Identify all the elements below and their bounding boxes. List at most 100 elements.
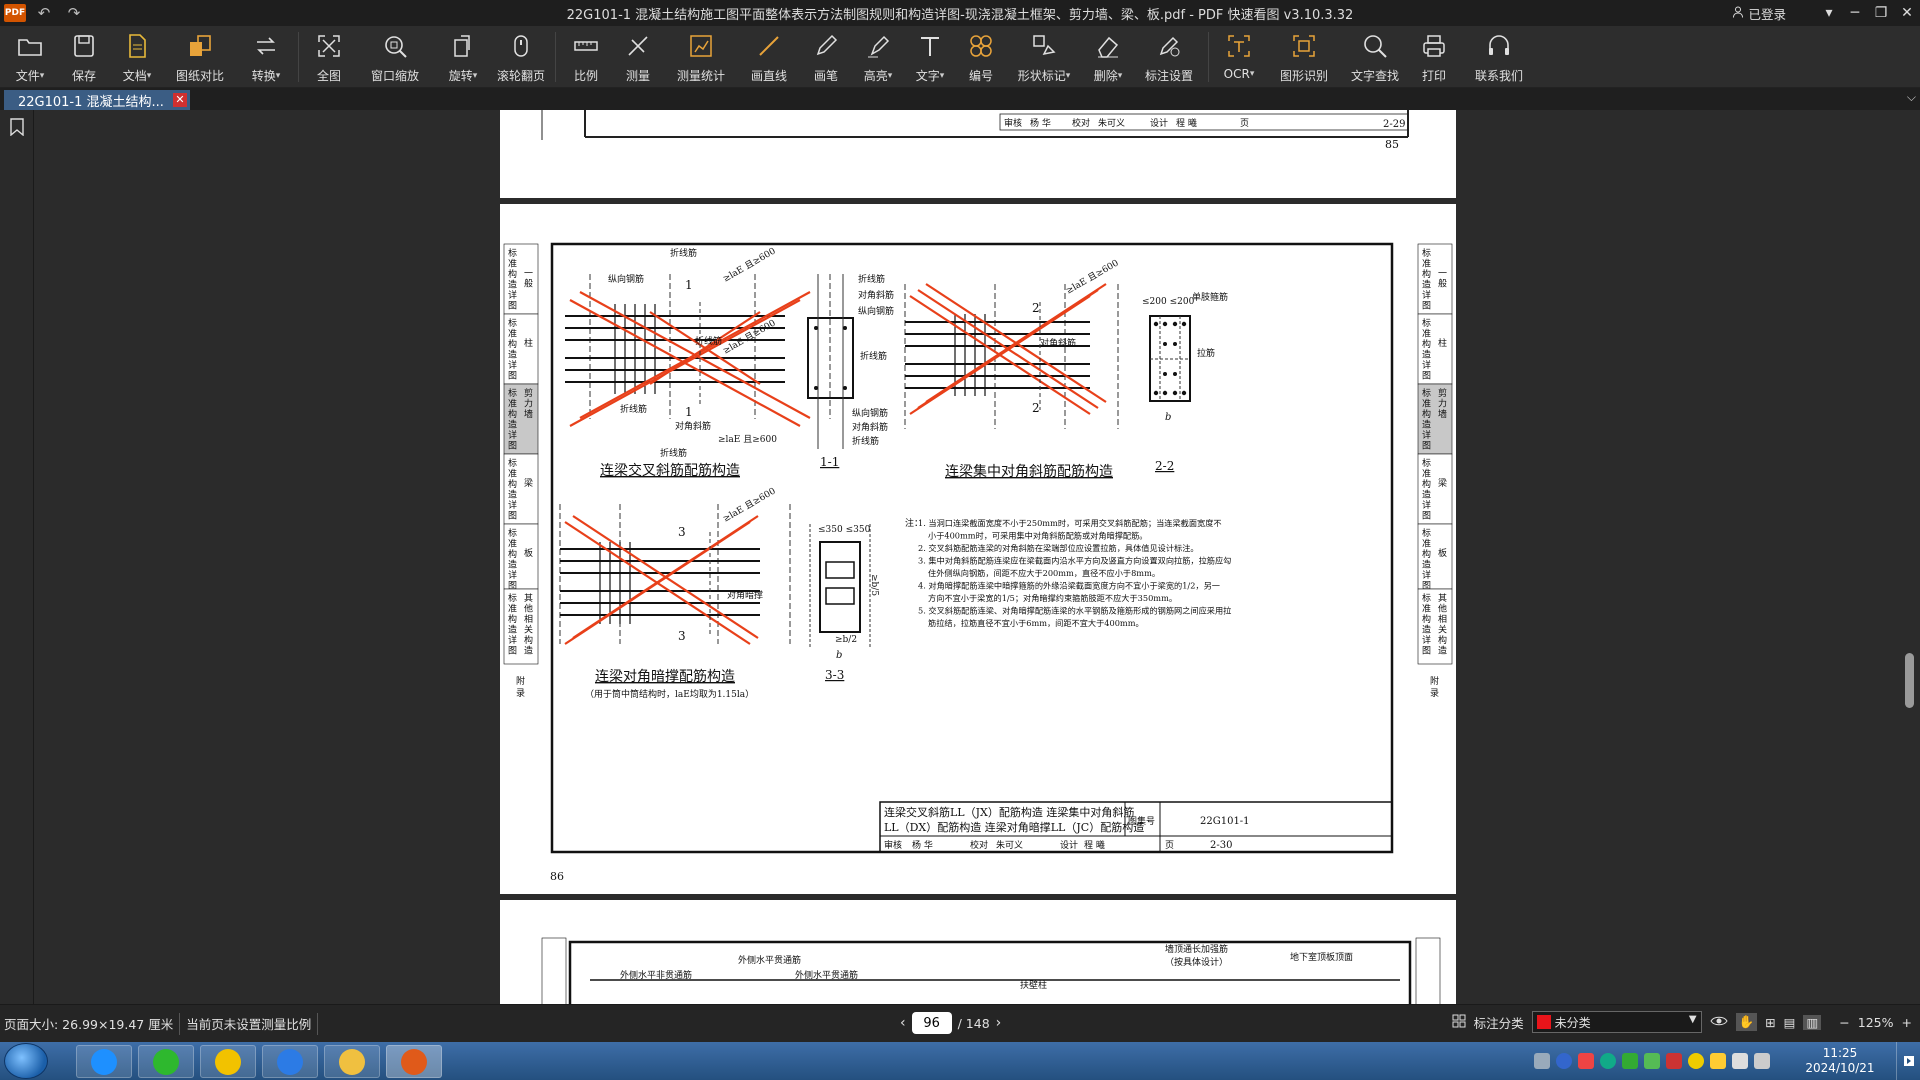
folder-tray-icon[interactable] bbox=[1710, 1053, 1726, 1069]
toolbar-button-rotate[interactable]: 旋转 ▾ bbox=[435, 26, 491, 88]
side-tab-prefix-char: 详 bbox=[508, 289, 517, 301]
volume-mute-icon[interactable] bbox=[1666, 1053, 1682, 1069]
left-sidebar bbox=[0, 110, 34, 1004]
top-tb-label: 杨 华 bbox=[1030, 117, 1051, 129]
toolbar-button-mouse-wheel[interactable]: 滚轮翻页 bbox=[491, 26, 551, 88]
chevron-down-icon: ▼ bbox=[1688, 1014, 1697, 1025]
minimize-button[interactable]: ─ bbox=[1842, 0, 1868, 26]
s3-label-b5: ≥b/5 bbox=[869, 574, 879, 596]
numbering-icon bbox=[967, 32, 995, 63]
speaker-icon[interactable] bbox=[1754, 1053, 1770, 1069]
page-navigator: ‹ / 148 › bbox=[900, 1012, 1001, 1034]
side-tab-prefix-char: 标 bbox=[1422, 592, 1431, 604]
label-zongxiang-1: 纵向钢筋 bbox=[608, 273, 644, 285]
tb-review: 审核 bbox=[884, 839, 902, 851]
toolbar-button-highlight[interactable]: 高亮 ▾ bbox=[852, 26, 904, 88]
dropdown-arrow-icon: ▾ bbox=[1065, 70, 1071, 81]
toolbar-button-pen[interactable]: 画笔 bbox=[800, 26, 852, 88]
toolbar-button-numbering[interactable]: 编号 bbox=[956, 26, 1006, 88]
toolbar-button-document[interactable]: 文档 ▾ bbox=[112, 26, 162, 88]
network-tray-icon[interactable] bbox=[1622, 1053, 1638, 1069]
sogou-ime-icon[interactable] bbox=[1578, 1053, 1594, 1069]
toolbar-button-line[interactable]: 画直线 bbox=[738, 26, 800, 88]
toolbar-label: 文件 bbox=[15, 69, 40, 83]
taskbar-app-explorer[interactable] bbox=[324, 1045, 380, 1078]
toolbar-button-save[interactable]: 保存 bbox=[56, 26, 112, 88]
toolbar-button-search[interactable]: 文字查找 bbox=[1343, 26, 1407, 88]
toolbar-button-compare[interactable]: 图纸对比 bbox=[162, 26, 238, 88]
toolbar-button-scale[interactable]: 比例 bbox=[560, 26, 612, 88]
eye-icon[interactable] bbox=[1710, 1014, 1728, 1031]
browser-tray-icon[interactable] bbox=[1600, 1053, 1616, 1069]
menu-dropdown-icon[interactable]: ▾ bbox=[1816, 0, 1842, 26]
taskbar-app-pdf-viewer[interactable] bbox=[386, 1045, 442, 1078]
chevron-down-icon[interactable]: ⌵ bbox=[1907, 90, 1916, 105]
help-tray-icon[interactable] bbox=[1556, 1053, 1572, 1069]
shield-icon[interactable] bbox=[1644, 1053, 1660, 1069]
toolbar-button-eraser[interactable]: 删除 ▾ bbox=[1082, 26, 1134, 88]
undo-icon[interactable]: ↶ bbox=[32, 2, 56, 24]
page-number-input[interactable] bbox=[911, 1012, 952, 1034]
taskbar-app-ie[interactable] bbox=[138, 1045, 194, 1078]
toolbar-button-measure[interactable]: 测量 bbox=[612, 26, 664, 88]
prev-page-icon[interactable]: ‹ bbox=[900, 1015, 906, 1031]
login-status[interactable]: 已登录 bbox=[1732, 4, 1786, 23]
side-tab-label-char: 墙 bbox=[1438, 408, 1447, 420]
bookmark-icon[interactable] bbox=[10, 118, 24, 139]
toolbar-button-folder[interactable]: 文件 ▾ bbox=[4, 26, 56, 88]
close-button[interactable]: ✕ bbox=[1894, 0, 1920, 26]
toolbar-button-measure-stats[interactable]: 测量统计 bbox=[664, 26, 738, 88]
toolbar-label: 文字查找 bbox=[1350, 69, 1399, 83]
toolbar-button-text[interactable]: 文字 ▾ bbox=[904, 26, 956, 88]
side-tab-prefix-char: 构 bbox=[1422, 268, 1431, 280]
notification-flag-icon[interactable] bbox=[1896, 1042, 1920, 1080]
toolbar-button-shape-mark[interactable]: 形状标记 ▾ bbox=[1006, 26, 1082, 88]
document-viewport[interactable]: 审核杨 华校对 朱可义 设计程 曦页 2-29 85 标准构造详图一般标准构造详图柱… bbox=[35, 110, 1920, 1004]
next-page-icon[interactable]: › bbox=[996, 1015, 1002, 1031]
toolbar-button-headset[interactable]: 联系我们 bbox=[1461, 26, 1537, 88]
continuous-view-icon[interactable]: ▥ bbox=[1803, 1014, 1822, 1030]
side-tab-prefix-char: 图 bbox=[508, 511, 517, 522]
note-line-3: 3. 集中对角斜筋配筋连梁应在梁截面内沿水平方向及竖直方向设置双向拉筋，拉筋应勾 bbox=[918, 556, 1231, 566]
document-tab[interactable]: 22G101-1 混凝土结构... ✕ bbox=[4, 90, 190, 110]
keyboard-icon[interactable] bbox=[1534, 1053, 1550, 1069]
add-page-icon[interactable]: ⊞ bbox=[1765, 1015, 1775, 1030]
zoom-out-icon[interactable]: − bbox=[1839, 1015, 1849, 1030]
category-select[interactable]: 未分类 ▼ bbox=[1531, 1011, 1702, 1033]
single-page-view-icon[interactable]: ▤ bbox=[1784, 1015, 1796, 1030]
zoom-level[interactable]: 125% bbox=[1858, 1015, 1894, 1030]
side-tab-prefix-char: 图 bbox=[1422, 646, 1431, 657]
vertical-scrollbar-thumb[interactable] bbox=[1905, 653, 1914, 708]
toolbar-button-print[interactable]: 打印 bbox=[1407, 26, 1461, 88]
d2-label-duijiao: 对角斜筋 bbox=[1040, 337, 1076, 349]
toolbar-button-ocr[interactable]: OCR ▾ bbox=[1213, 26, 1265, 88]
toolbar-button-zoom-window[interactable]: 窗口缩放 bbox=[355, 26, 435, 88]
d2-label-anchor: ≥laE 且≥600 bbox=[1064, 257, 1121, 296]
side-tab-prefix-char: 构 bbox=[1422, 478, 1431, 490]
tab-close-icon[interactable]: ✕ bbox=[173, 93, 187, 107]
next-label-3: 外侧水平贯通筋 bbox=[795, 969, 858, 981]
toolbar-button-annotation-settings[interactable]: 标注设置 bbox=[1134, 26, 1204, 88]
hand-tool-icon[interactable]: ✋ bbox=[1735, 1013, 1758, 1031]
side-tab-prefix-char: 标 bbox=[508, 457, 517, 469]
taskbar-app-feishu[interactable] bbox=[262, 1045, 318, 1078]
taskbar-app-sogou-browser[interactable] bbox=[76, 1045, 132, 1078]
redo-icon[interactable]: ↷ bbox=[62, 2, 86, 24]
zoom-in-icon[interactable]: + bbox=[1902, 1015, 1912, 1030]
taskbar-app-help[interactable] bbox=[200, 1045, 256, 1078]
side-tab-prefix-char: 详 bbox=[1422, 499, 1431, 511]
side-tab-prefix-char: 造 bbox=[508, 624, 517, 636]
toolbar-button-convert[interactable]: 转换 ▾ bbox=[238, 26, 294, 88]
maximize-button[interactable]: ❐ bbox=[1868, 0, 1894, 26]
toolbar-button-shape-recognition[interactable]: 图形识别 bbox=[1265, 26, 1343, 88]
toolbar-button-fit-page[interactable]: 全图 bbox=[303, 26, 355, 88]
system-clock[interactable]: 11:25 2024/10/21 bbox=[1800, 1046, 1880, 1076]
shape-mark-icon bbox=[1030, 32, 1058, 63]
appendix-label-char: 附 bbox=[516, 675, 525, 687]
save-icon bbox=[70, 32, 98, 63]
signal-icon[interactable] bbox=[1732, 1053, 1748, 1069]
s1-label-zhexian-3: 折线筋 bbox=[852, 435, 879, 447]
antivirus-icon[interactable] bbox=[1688, 1053, 1704, 1069]
start-button[interactable] bbox=[4, 1043, 48, 1079]
scale-status-text[interactable]: 当前页未设置测量比例 bbox=[186, 1014, 311, 1033]
